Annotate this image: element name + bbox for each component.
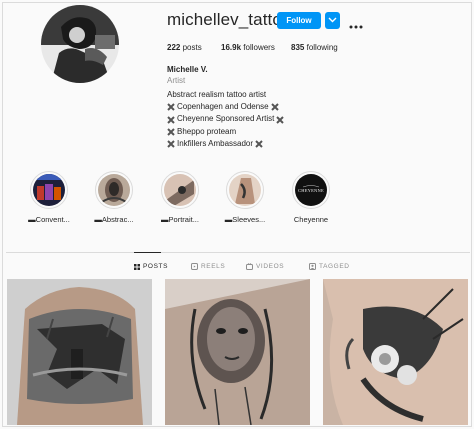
post-thumbnail[interactable] xyxy=(7,279,152,425)
followers-label: followers xyxy=(243,43,275,52)
bio-text-3: Cheyenne Sponsored Artist xyxy=(177,114,275,124)
reels-icon xyxy=(191,263,198,270)
following-stat[interactable]: 835 following xyxy=(291,43,338,52)
bio-text-2: Copenhagen and Odense xyxy=(177,102,269,112)
follow-button[interactable]: Follow xyxy=(277,12,321,29)
tab-videos-label: VIDEOS xyxy=(256,263,285,270)
highlight-cover xyxy=(98,174,130,206)
profile-page: michellev_tattoo Follow 222 posts 16.9k … xyxy=(2,2,472,427)
highlight-label: ▬Portrait... xyxy=(161,215,199,224)
cross-mark-icon xyxy=(255,140,263,148)
highlight-ring xyxy=(161,171,199,209)
story-highlight[interactable]: ▬Sleeves... xyxy=(219,171,271,224)
cross-mark-icon xyxy=(167,140,175,148)
posts-count: 222 xyxy=(167,43,181,52)
tab-tagged-label: TAGGED xyxy=(319,263,350,270)
svg-text:CHEYENNE: CHEYENNE xyxy=(298,188,324,193)
post-thumbnail[interactable] xyxy=(165,279,310,425)
story-highlight[interactable]: CHEYENNE Cheyenne xyxy=(285,171,337,224)
highlight-ring: CHEYENNE xyxy=(292,171,330,209)
post-thumbnail[interactable] xyxy=(323,279,468,425)
cheyenne-logo: CHEYENNE xyxy=(295,174,327,206)
highlight-ring xyxy=(95,171,133,209)
posts-stat: 222 posts xyxy=(167,43,202,52)
chevron-down-icon xyxy=(328,17,337,23)
followers-stat[interactable]: 16.9k followers xyxy=(221,43,275,52)
cross-mark-icon xyxy=(167,103,175,112)
highlight-cover xyxy=(229,174,261,206)
bio-line: Abstract realism tattoo artist xyxy=(167,89,286,101)
story-highlight[interactable]: ▬Portrait... xyxy=(154,171,206,224)
profile-bio: Abstract realism tattoo artist Copenhage… xyxy=(167,89,286,150)
story-highlight[interactable]: ▬Convent... xyxy=(23,171,75,224)
highlight-label: Cheyenne xyxy=(293,215,329,224)
cross-mark-icon xyxy=(167,127,175,136)
following-label: following xyxy=(306,43,338,52)
highlight-label: ▬Sleeves... xyxy=(224,215,266,224)
bio-text-1: Abstract realism tattoo artist xyxy=(167,90,267,99)
bio-line: Cheyenne Sponsored Artist xyxy=(167,113,286,125)
tab-videos[interactable]: VIDEOS xyxy=(246,263,284,270)
tab-reels[interactable]: REELS xyxy=(191,263,225,270)
ellipsis-icon xyxy=(349,25,363,29)
bio-line: Inkfillers Ambassador xyxy=(167,138,286,150)
tagged-user-icon xyxy=(309,263,316,270)
highlight-cover: CHEYENNE xyxy=(295,174,327,206)
more-options-button[interactable] xyxy=(349,17,363,29)
highlight-cover xyxy=(33,174,65,206)
bio-line: Bheppo proteam xyxy=(167,126,286,138)
profile-category: Artist xyxy=(167,76,186,85)
bio-text-5: Inkfillers Ambassador xyxy=(177,138,254,148)
profile-full-name: Michelle V. xyxy=(167,65,208,74)
story-highlight[interactable]: ▬Abstrac... xyxy=(88,171,140,224)
profile-username: michellev_tattoo xyxy=(167,10,292,29)
tab-tagged[interactable]: TAGGED xyxy=(309,263,350,270)
bio-line: Copenhagen and Odense xyxy=(167,101,286,113)
cross-mark-icon xyxy=(270,103,279,112)
igtv-icon xyxy=(246,263,253,270)
active-tab-indicator xyxy=(134,252,161,253)
tab-reels-label: REELS xyxy=(201,263,226,270)
highlight-ring xyxy=(226,171,264,209)
cross-mark-icon xyxy=(167,115,175,124)
posts-label: posts xyxy=(182,43,202,52)
bio-text-4: Bheppo proteam xyxy=(177,126,237,136)
tab-posts[interactable]: POSTS xyxy=(134,263,168,270)
highlight-label: ▬Abstrac... xyxy=(94,215,134,224)
following-count: 835 xyxy=(291,43,305,52)
tabs-divider xyxy=(6,252,470,253)
highlight-cover xyxy=(164,174,196,206)
highlight-ring xyxy=(30,171,68,209)
highlight-label: ▬Convent... xyxy=(28,215,70,224)
followers-count: 16.9k xyxy=(221,43,242,52)
tab-posts-label: POSTS xyxy=(143,263,169,270)
grid-icon xyxy=(134,263,140,270)
cross-mark-icon xyxy=(276,115,285,124)
suggested-accounts-button[interactable] xyxy=(325,12,340,29)
profile-avatar[interactable] xyxy=(41,5,119,83)
